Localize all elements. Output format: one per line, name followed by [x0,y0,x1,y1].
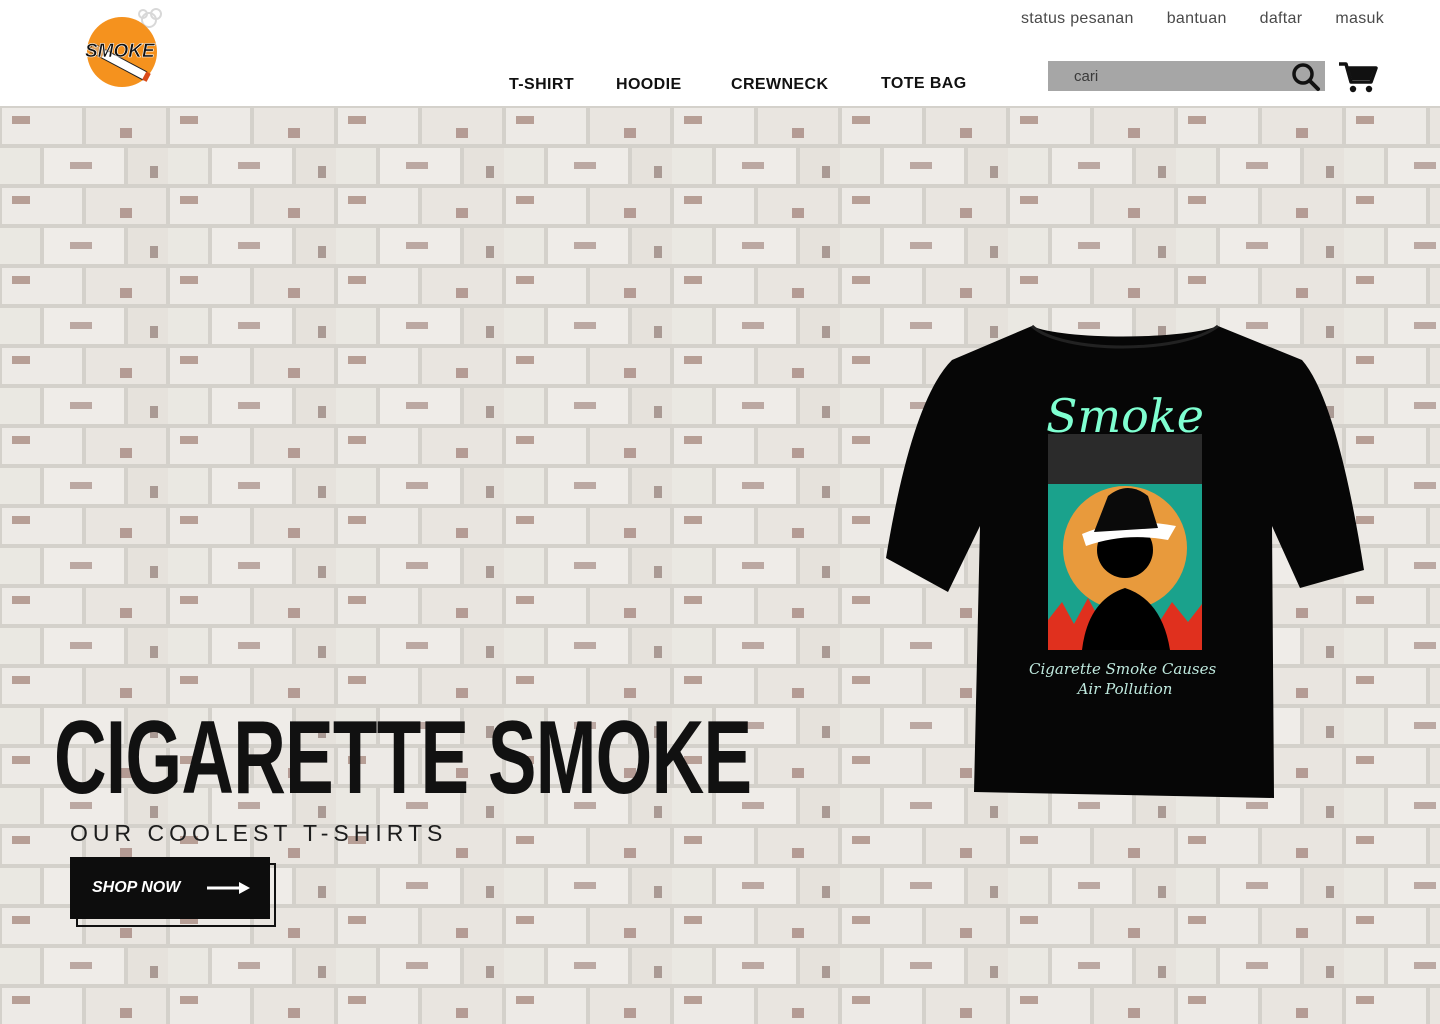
link-bantuan[interactable]: bantuan [1167,10,1227,28]
cart-icon[interactable] [1338,60,1378,94]
shop-now-button[interactable]: SHOP NOW [70,857,270,919]
link-masuk[interactable]: masuk [1335,10,1384,28]
link-daftar[interactable]: daftar [1260,10,1303,28]
hero-subtitle: OUR COOLEST T-SHIRTS [70,820,448,846]
nav-item-crewneck[interactable]: CREWNECK [731,76,828,94]
search-input[interactable] [1048,61,1278,91]
arrow-right-icon [207,882,250,894]
site-header: SMOKE status pesanan bantuan daftar masu… [0,0,1440,106]
hero-title: CIGARETTE SMOKE [54,700,752,816]
nav-item-tshirt[interactable]: T-SHIRT [509,76,574,94]
category-nav: T-SHIRT HOODIE CREWNECK TOTE BAG [0,75,1000,98]
search-icon[interactable] [1291,62,1321,92]
tshirt-product-image[interactable]: Smoke Cigarette Smoke Causes Air Polluti… [882,320,1368,802]
utility-links: status pesanan bantuan daftar masuk [1021,10,1384,28]
svg-text:SMOKE: SMOKE [85,41,156,62]
nav-item-hoodie[interactable]: HOODIE [616,76,682,94]
link-status-pesanan[interactable]: status pesanan [1021,10,1134,28]
shirt-print-title: Smoke [1046,389,1204,443]
search-bar [1048,61,1325,91]
shirt-caption-line-2: Air Pollution [1076,680,1173,698]
hero-banner: CIGARETTE SMOKE OUR COOLEST T-SHIRTS SHO… [0,106,1440,1024]
shop-now-label: SHOP NOW [92,879,181,896]
shirt-caption-line-1: Cigarette Smoke Causes [1029,660,1216,678]
nav-item-tote-bag[interactable]: TOTE BAG [881,75,967,93]
